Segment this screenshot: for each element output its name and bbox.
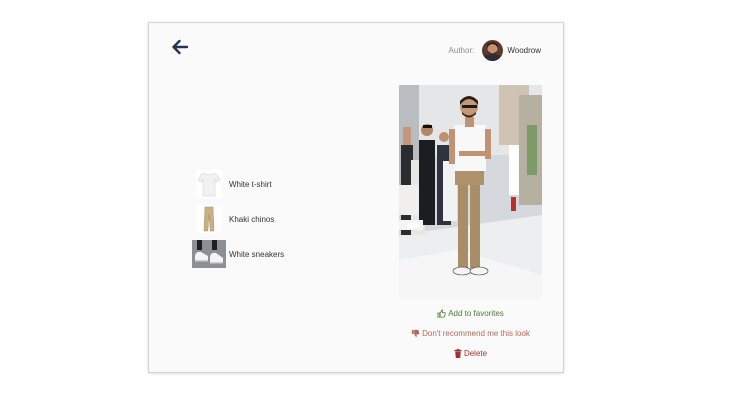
dont-recommend-button[interactable]: Don't recommend me this look: [399, 327, 542, 339]
item-label-tshirt: White t-shirt: [229, 179, 272, 189]
author-label: Author:: [448, 45, 475, 55]
chinos-thumbnail: [192, 205, 226, 233]
look-photo: [399, 85, 542, 299]
list-item[interactable]: Khaki chinos: [192, 205, 284, 233]
trash-icon: [454, 348, 462, 358]
author-name[interactable]: Woodrow: [507, 46, 541, 55]
delete-label: Delete: [463, 348, 488, 358]
delete-button[interactable]: Delete: [399, 347, 542, 359]
list-item[interactable]: White t-shirt: [192, 170, 284, 198]
arrow-left-icon: [172, 39, 189, 55]
sneakers-thumbnail: [192, 240, 226, 268]
back-button[interactable]: [171, 37, 189, 57]
look-actions: Add to favorites Don't recommend me this…: [399, 307, 542, 367]
thumbs-up-icon: [437, 308, 446, 318]
look-card: Author: Woodrow White t-shirt Khaki chin…: [148, 22, 564, 373]
list-item[interactable]: White sneakers: [192, 240, 284, 268]
add-to-favorites-label: Add to favorites: [448, 308, 504, 318]
item-label-chinos: Khaki chinos: [229, 214, 275, 224]
add-to-favorites-button[interactable]: Add to favorites: [399, 307, 542, 319]
dont-recommend-label: Don't recommend me this look: [422, 328, 530, 338]
outfit-items-list: White t-shirt Khaki chinos White sneaker…: [192, 170, 284, 275]
item-label-sneakers: White sneakers: [229, 249, 285, 259]
avatar[interactable]: [482, 39, 504, 61]
tshirt-thumbnail: [192, 170, 226, 198]
author-block: Author: Woodrow: [449, 39, 541, 61]
thumbs-down-icon: [411, 329, 420, 337]
